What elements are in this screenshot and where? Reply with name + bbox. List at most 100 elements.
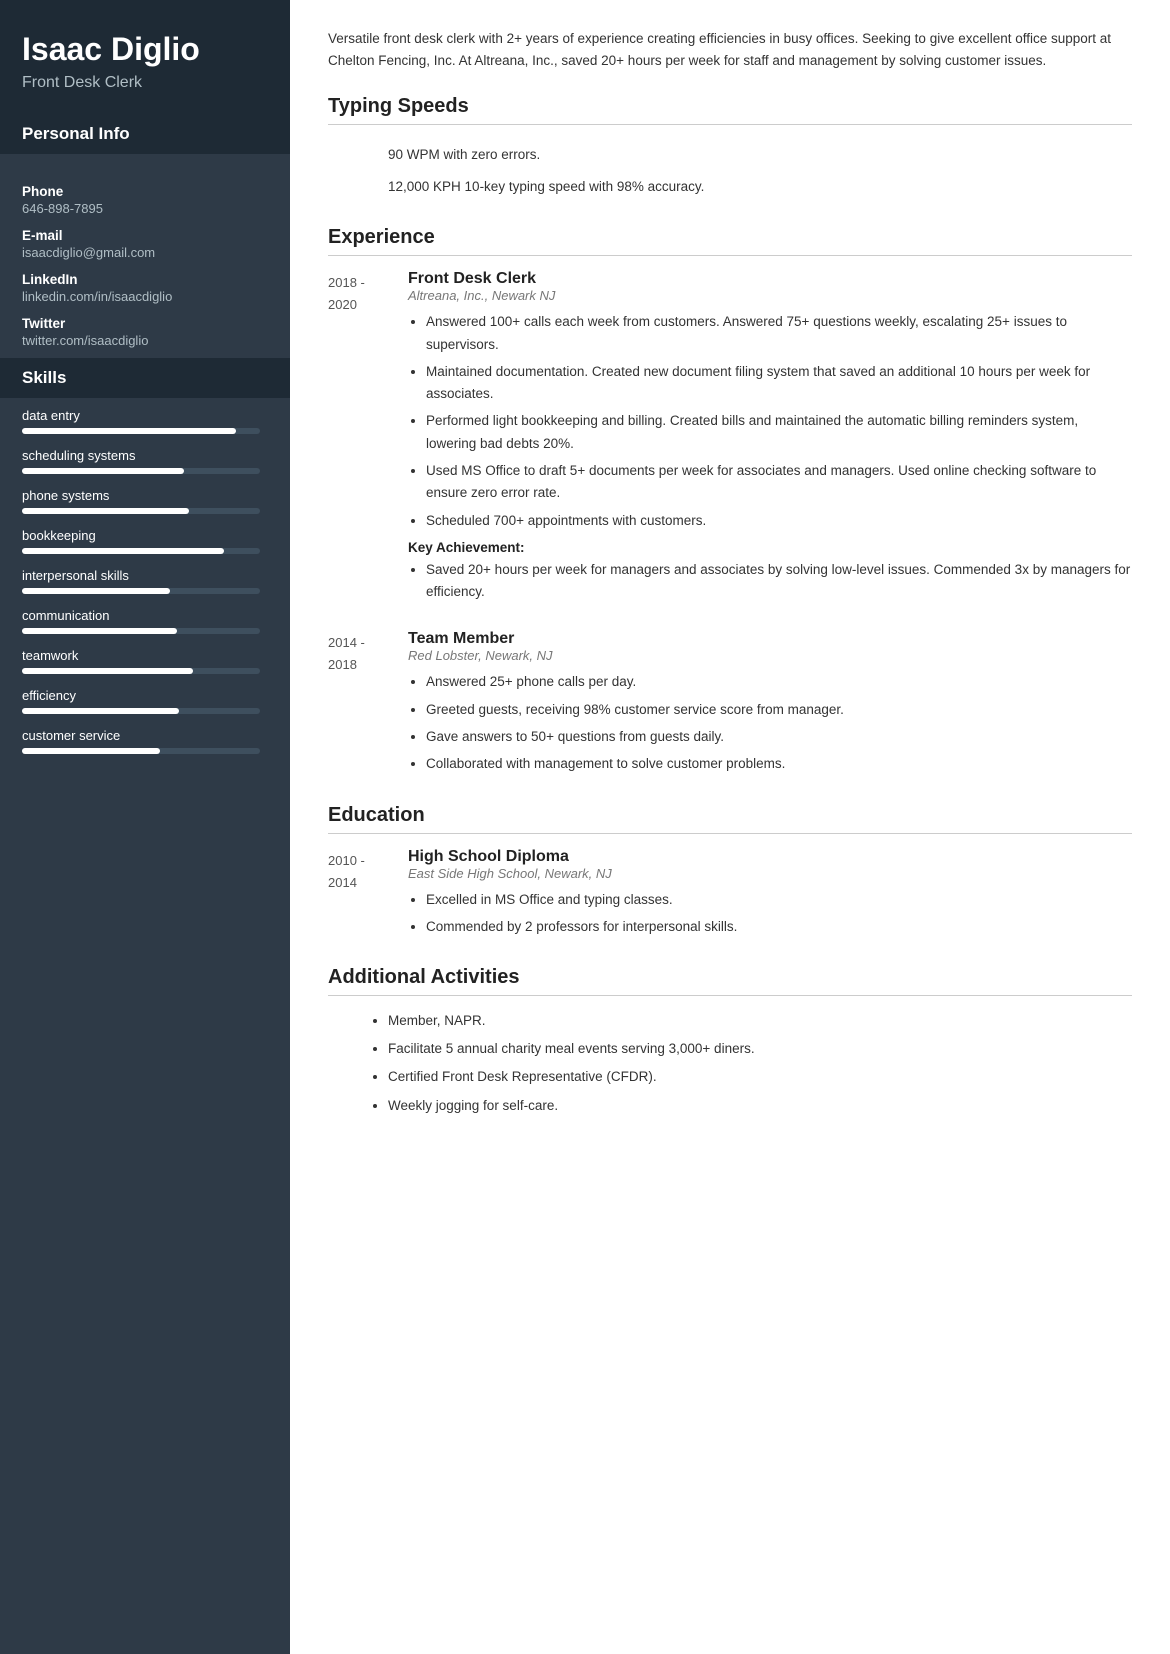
skill-item: teamwork bbox=[22, 648, 268, 674]
experience-entry: 2018 -2020 Front Desk Clerk Altreana, In… bbox=[328, 270, 1132, 608]
exp-bullet: Used MS Office to draft 5+ documents per… bbox=[426, 460, 1132, 505]
exp-bullet: Greeted guests, receiving 98% customer s… bbox=[426, 699, 1132, 721]
linkedin-label: LinkedIn bbox=[22, 272, 268, 287]
skill-bar-fill bbox=[22, 708, 179, 714]
skill-bar-bg bbox=[22, 468, 260, 474]
skill-bar-bg bbox=[22, 748, 260, 754]
sidebar-header: Isaac Diglio Front Desk Clerk bbox=[0, 0, 290, 114]
exp-bullet: Performed light bookkeeping and billing.… bbox=[426, 410, 1132, 455]
skill-bar-bg bbox=[22, 588, 260, 594]
skill-bar-fill bbox=[22, 508, 189, 514]
exp-bullet: Gave answers to 50+ questions from guest… bbox=[426, 726, 1132, 748]
education-heading: Education bbox=[328, 804, 1132, 834]
skill-bar-fill bbox=[22, 668, 193, 674]
phone-label: Phone bbox=[22, 184, 268, 199]
linkedin-value: linkedin.com/in/isaacdiglio bbox=[22, 289, 268, 304]
skill-bar-bg bbox=[22, 548, 260, 554]
skill-item: data entry bbox=[22, 408, 268, 434]
sidebar: Isaac Diglio Front Desk Clerk Personal I… bbox=[0, 0, 290, 1654]
resume-container: Isaac Diglio Front Desk Clerk Personal I… bbox=[0, 0, 1170, 1654]
exp-bullet: Maintained documentation. Created new do… bbox=[426, 361, 1132, 406]
activity-item: Certified Front Desk Representative (CFD… bbox=[388, 1066, 1132, 1088]
twitter-label: Twitter bbox=[22, 316, 268, 331]
skill-item: communication bbox=[22, 608, 268, 634]
skills-heading: Skills bbox=[0, 358, 290, 398]
experience-heading: Experience bbox=[328, 226, 1132, 256]
skill-item: interpersonal skills bbox=[22, 568, 268, 594]
skill-item: phone systems bbox=[22, 488, 268, 514]
exp-job-title: Front Desk Clerk bbox=[408, 270, 1132, 288]
skill-bar-fill bbox=[22, 628, 177, 634]
typing-item: 90 WPM with zero errors. bbox=[328, 139, 1132, 171]
skill-bar-fill bbox=[22, 588, 170, 594]
exp-bullet: Answered 25+ phone calls per day. bbox=[426, 671, 1132, 693]
phone-value: 646-898-7895 bbox=[22, 201, 268, 216]
activity-item: Member, NAPR. bbox=[388, 1010, 1132, 1032]
exp-bullet: Answered 100+ calls each week from custo… bbox=[426, 311, 1132, 356]
skill-bar-bg bbox=[22, 428, 260, 434]
skill-label: communication bbox=[22, 608, 268, 623]
education-entries: 2010 -2014 High School Diploma East Side… bbox=[328, 848, 1132, 942]
typing-item: 12,000 KPH 10-key typing speed with 98% … bbox=[328, 171, 1132, 203]
exp-dates: 2014 -2018 bbox=[328, 630, 408, 780]
summary-text: Versatile front desk clerk with 2+ years… bbox=[328, 28, 1132, 71]
key-achievement-bullet: Saved 20+ hours per week for managers an… bbox=[426, 559, 1132, 604]
email-value: isaacdiglio@gmail.com bbox=[22, 245, 268, 260]
exp-company: Altreana, Inc., Newark NJ bbox=[408, 288, 1132, 303]
skill-bar-fill bbox=[22, 468, 184, 474]
skill-label: customer service bbox=[22, 728, 268, 743]
key-achievement-label: Key Achievement: bbox=[408, 540, 1132, 555]
activities-list: Member, NAPR. Facilitate 5 annual charity… bbox=[328, 1010, 1132, 1117]
personal-info-heading: Personal Info bbox=[0, 114, 290, 154]
typing-speeds-heading: Typing Speeds bbox=[328, 95, 1132, 125]
skill-item: customer service bbox=[22, 728, 268, 754]
exp-company: Red Lobster, Newark, NJ bbox=[408, 648, 1132, 663]
skill-label: teamwork bbox=[22, 648, 268, 663]
skill-label: interpersonal skills bbox=[22, 568, 268, 583]
skill-item: scheduling systems bbox=[22, 448, 268, 474]
skill-bar-bg bbox=[22, 508, 260, 514]
skill-label: phone systems bbox=[22, 488, 268, 503]
edu-dates: 2010 -2014 bbox=[328, 848, 408, 942]
skill-bar-bg bbox=[22, 668, 260, 674]
typing-items: 90 WPM with zero errors.12,000 KPH 10-ke… bbox=[328, 139, 1132, 202]
skill-label: efficiency bbox=[22, 688, 268, 703]
exp-bullet: Collaborated with management to solve cu… bbox=[426, 753, 1132, 775]
activity-item: Weekly jogging for self-care. bbox=[388, 1095, 1132, 1117]
skill-item: efficiency bbox=[22, 688, 268, 714]
edu-bullet: Excelled in MS Office and typing classes… bbox=[426, 889, 1132, 911]
candidate-title: Front Desk Clerk bbox=[22, 74, 268, 92]
exp-content: Front Desk Clerk Altreana, Inc., Newark … bbox=[408, 270, 1132, 608]
skill-bar-bg bbox=[22, 708, 260, 714]
exp-bullets: Answered 25+ phone calls per day. Greeted… bbox=[408, 671, 1132, 775]
exp-bullets: Answered 100+ calls each week from custo… bbox=[408, 311, 1132, 531]
twitter-value: twitter.com/isaacdiglio bbox=[22, 333, 268, 348]
edu-bullets: Excelled in MS Office and typing classes… bbox=[408, 889, 1132, 938]
activities-heading: Additional Activities bbox=[328, 966, 1132, 996]
experience-entries: 2018 -2020 Front Desk Clerk Altreana, In… bbox=[328, 270, 1132, 780]
edu-school: East Side High School, Newark, NJ bbox=[408, 866, 1132, 881]
main-content: Versatile front desk clerk with 2+ years… bbox=[290, 0, 1170, 1654]
edu-bullet: Commended by 2 professors for interperso… bbox=[426, 916, 1132, 938]
candidate-name: Isaac Diglio bbox=[22, 30, 268, 68]
skill-item: bookkeeping bbox=[22, 528, 268, 554]
education-entry: 2010 -2014 High School Diploma East Side… bbox=[328, 848, 1132, 942]
personal-info-section: Phone 646-898-7895 E-mail isaacdiglio@gm… bbox=[0, 154, 290, 358]
skill-bar-fill bbox=[22, 428, 236, 434]
edu-content: High School Diploma East Side High Schoo… bbox=[408, 848, 1132, 942]
experience-entry: 2014 -2018 Team Member Red Lobster, Newa… bbox=[328, 630, 1132, 780]
skills-section: data entry scheduling systems phone syst… bbox=[0, 398, 290, 788]
key-achievement-bullets: Saved 20+ hours per week for managers an… bbox=[408, 559, 1132, 604]
edu-degree: High School Diploma bbox=[408, 848, 1132, 866]
skill-label: bookkeeping bbox=[22, 528, 268, 543]
exp-dates: 2018 -2020 bbox=[328, 270, 408, 608]
email-label: E-mail bbox=[22, 228, 268, 243]
skill-label: data entry bbox=[22, 408, 268, 423]
skill-bar-fill bbox=[22, 548, 224, 554]
exp-content: Team Member Red Lobster, Newark, NJ Answ… bbox=[408, 630, 1132, 780]
skill-bar-fill bbox=[22, 748, 160, 754]
exp-bullet: Scheduled 700+ appointments with custome… bbox=[426, 510, 1132, 532]
exp-job-title: Team Member bbox=[408, 630, 1132, 648]
skill-bar-bg bbox=[22, 628, 260, 634]
activity-item: Facilitate 5 annual charity meal events … bbox=[388, 1038, 1132, 1060]
